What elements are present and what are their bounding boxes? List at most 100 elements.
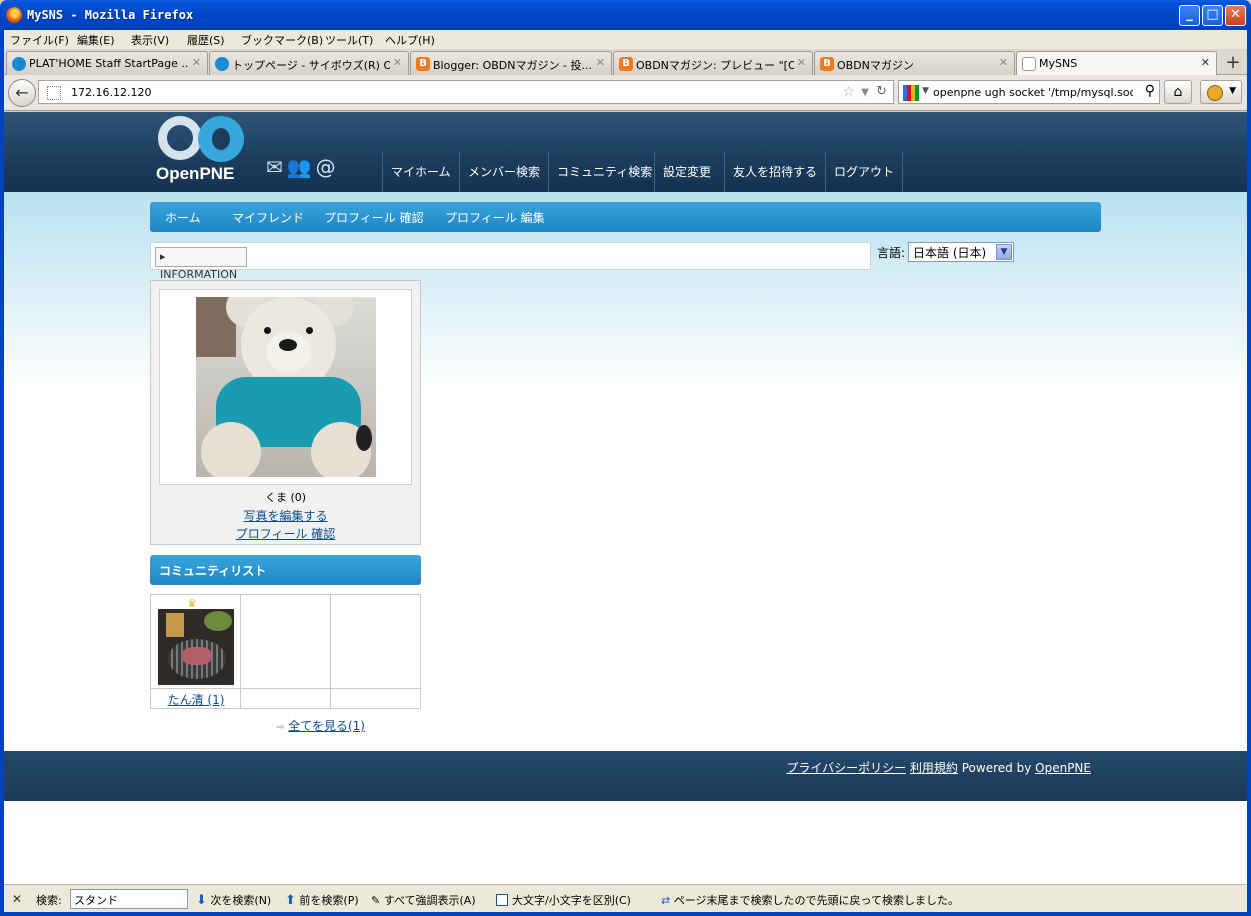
nav-settings[interactable]: 設定変更 (654, 152, 719, 192)
menu-file[interactable]: ファイル(F) (10, 32, 69, 48)
tab-close-icon[interactable]: ✕ (393, 56, 402, 69)
find-label: 検索: (36, 894, 62, 907)
match-case-checkbox[interactable]: 大文字/小文字を区別(C) (496, 892, 631, 908)
arrow-right-icon: ⇒ (276, 722, 285, 733)
find-prev-label: 前を検索(P) (299, 894, 359, 907)
at-icon[interactable]: @ (316, 155, 336, 179)
google-icon[interactable] (903, 85, 919, 101)
url-bar[interactable]: 172.16.12.120 ☆ ▼ ↻ (38, 80, 894, 104)
localnav-profile-edit[interactable]: プロフィール 編集 (445, 209, 545, 226)
tab-close-icon[interactable]: ✕ (192, 56, 201, 69)
localnav-home[interactable]: ホーム (165, 209, 201, 226)
menu-help[interactable]: ヘルプ(H) (385, 32, 435, 48)
logo-hole (212, 128, 230, 150)
nav-logout[interactable]: ログアウト (825, 152, 904, 192)
nav-community-search[interactable]: コミュニティ検索 (548, 152, 660, 192)
find-status-text: ページ末尾まで検索したので先頭に戻って検索しました。 (673, 894, 959, 907)
find-prev-button[interactable]: ⬆ 前を検索(P) (285, 892, 359, 908)
bear-leg-left (201, 422, 261, 477)
bear-nose (279, 339, 297, 351)
minimize-icon: _ (1186, 7, 1193, 22)
terms-link[interactable]: 利用規約 (910, 761, 958, 775)
tab-close-icon[interactable]: ✕ (999, 56, 1008, 69)
bookmark-star-icon[interactable]: ☆ (842, 84, 855, 100)
tab-close-icon[interactable]: ✕ (797, 56, 806, 69)
blogger-icon: B (619, 57, 633, 71)
chevron-down-icon[interactable]: ▼ (996, 244, 1012, 260)
language-select[interactable]: 日本語 (日本) ▼ (908, 242, 1014, 262)
find-status: ⇄ ページ末尾まで検索したので先頭に戻って検索しました。 (661, 892, 959, 908)
tab-platihome[interactable]: PLAT'HOME Staff StartPage ... ✕ (6, 51, 208, 75)
url-text[interactable]: 172.16.12.120 (71, 86, 151, 99)
menu-view[interactable]: 表示(V) (131, 32, 169, 48)
search-bar[interactable]: ▼ openpne ugh socket '/tmp/mysql.sock' ⚲ (898, 80, 1160, 104)
mail-icon[interactable]: ✉ (266, 155, 283, 179)
community-list-header: コミュニティリスト (150, 555, 421, 585)
menu-bookmarks[interactable]: ブックマーク(B) (241, 32, 323, 48)
reload-icon[interactable]: ↻ (876, 84, 887, 99)
highlight-all-label: すべて強調表示(A) (383, 894, 476, 907)
find-next-label: 次を検索(N) (210, 894, 272, 907)
openpne-link[interactable]: OpenPNE (1035, 761, 1091, 775)
community-cell[interactable]: ♛ (151, 595, 241, 688)
language-value: 日本語 (日本) (913, 246, 987, 260)
search-input[interactable]: openpne ugh socket '/tmp/mysql.sock' (933, 86, 1133, 99)
search-icon[interactable]: ⚲ (1145, 83, 1155, 99)
tab-mysns[interactable]: MySNS ✕ (1016, 51, 1217, 76)
menu-edit[interactable]: 編集(E) (77, 32, 115, 48)
url-dropdown-icon[interactable]: ▼ (861, 87, 869, 98)
nav-member-search[interactable]: メンバー検索 (459, 152, 548, 192)
tab-preview[interactable]: B OBDNマガジン: プレビュー "[OB... ✕ (613, 51, 813, 75)
openpne-logo[interactable]: OpenPNE (154, 116, 254, 186)
window-titlebar: MySNS - Mozilla Firefox _ □ ✕ (0, 0, 1251, 30)
menu-history[interactable]: 履歴(S) (187, 32, 225, 48)
highlight-all-button[interactable]: ✎ すべて強調表示(A) (371, 892, 476, 908)
community-list: ♛ たん清 (1) (150, 594, 421, 709)
see-all-link[interactable]: 全てを見る(1) (288, 719, 365, 733)
localnav-profile-view[interactable]: プロフィール 確認 (324, 209, 424, 226)
community-image-yakiniku[interactable] (158, 609, 234, 685)
site-identity-icon[interactable] (47, 86, 61, 100)
close-find-bar-icon[interactable]: ✕ (12, 892, 22, 906)
community-name-link[interactable]: たん清 (1) (151, 691, 241, 708)
tab-blogger[interactable]: B Blogger: OBDNマガジン - 投... ✕ (410, 51, 612, 75)
find-bar: ✕ 検索: スタンド ⬇ 次を検索(N) ⬆ 前を検索(P) ✎ すべて強調表示… (4, 884, 1247, 912)
back-arrow-icon: ← (15, 83, 29, 102)
find-next-button[interactable]: ⬇ 次を検索(N) (196, 892, 271, 908)
chevron-down-icon: ▼ (1229, 86, 1236, 96)
window-border-bottom (0, 912, 1251, 916)
tab-cybozu[interactable]: トップページ - サイボウズ(R) Off... ✕ (209, 51, 409, 75)
edit-photo-link[interactable]: 写真を編集する (151, 507, 420, 524)
site-footer: プライバシーポリシー 利用規約 Powered by OpenPNE (4, 751, 1247, 801)
blogger-icon: B (416, 57, 430, 71)
privacy-policy-link[interactable]: プライバシーポリシー (786, 761, 906, 775)
tab-close-icon[interactable]: ✕ (1201, 56, 1210, 69)
minimize-button[interactable]: _ (1179, 5, 1200, 26)
profile-photo-teddy-bear[interactable] (196, 297, 376, 477)
logo-text: OpenPNE (156, 164, 235, 183)
new-tab-button[interactable]: + (1222, 52, 1244, 74)
find-input[interactable]: スタンド (70, 889, 188, 909)
nav-my-home[interactable]: マイホーム (382, 152, 459, 192)
view-profile-link[interactable]: プロフィール 確認 (151, 525, 420, 542)
language-label: 言語: (877, 246, 906, 260)
menu-tools[interactable]: ツール(T) (325, 32, 373, 48)
wrapped-search-icon: ⇄ (661, 894, 671, 907)
photo-meat (182, 647, 212, 665)
members-icon[interactable]: 👥 (287, 155, 312, 179)
community-name-cell-empty (241, 689, 331, 709)
tab-label: トップページ - サイボウズ(R) Off... (232, 59, 390, 72)
back-button[interactable]: ← (8, 79, 36, 107)
close-window-button[interactable]: ✕ (1225, 5, 1246, 26)
blank-page-icon (1022, 57, 1036, 71)
tab-close-icon[interactable]: ✕ (596, 56, 605, 69)
nav-invite[interactable]: 友人を招待する (724, 152, 825, 192)
addon-button[interactable]: ▼ (1200, 80, 1242, 104)
window-border-right (1247, 30, 1251, 916)
home-button[interactable]: ⌂ (1164, 80, 1192, 104)
checkbox-box (496, 894, 508, 906)
tab-obdn[interactable]: B OBDNマガジン ✕ (814, 51, 1015, 75)
search-engine-dropdown-icon[interactable]: ▼ (922, 86, 929, 96)
localnav-my-friends[interactable]: マイフレンド (232, 209, 304, 226)
maximize-button[interactable]: □ (1202, 5, 1223, 26)
